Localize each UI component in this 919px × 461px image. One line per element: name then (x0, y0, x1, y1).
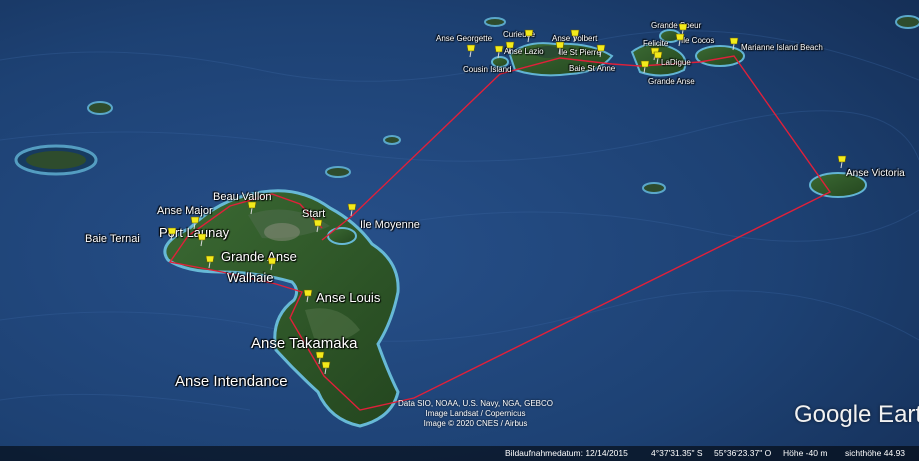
marker-label: Beau Vallon (213, 191, 272, 203)
marker-label: Ile St Pierre (559, 48, 601, 57)
google-earth-logo: Google Earth (794, 401, 919, 428)
marker-anse-takamaka[interactable]: Anse Takamaka (251, 336, 357, 351)
marker-ladigue[interactable]: LaDigue (661, 59, 691, 67)
marker-label: Anse Georgette (436, 34, 493, 43)
elevation-readout: Höhe -40 m (783, 448, 828, 458)
marker-label: Anse Intendance (175, 373, 288, 390)
marker-label: Ile Moyenne (360, 219, 420, 231)
marker-ile-moyenne[interactable]: Ile Moyenne (360, 220, 420, 231)
marker-label: Baie St Anne (569, 64, 616, 73)
marker-beau-vallon[interactable]: Beau Vallon (213, 192, 272, 203)
marker-ile-cocos[interactable]: Ile Cocos (681, 37, 714, 45)
marker-anse-victoria[interactable]: Anse Victoria (846, 169, 905, 179)
status-bar: Bildaufnahmedatum: 12/14/2015 4°37'31.35… (0, 446, 919, 461)
attribution-line-3: Image © 2020 CNES / Airbus (423, 419, 528, 428)
marker-grande-anse[interactable]: Grande Anse (221, 250, 297, 263)
marker-walhaie[interactable]: Walhaie (227, 271, 273, 284)
eye-altitude-readout: sichthöhe 44.93 (845, 448, 906, 458)
marker-grande-soeur[interactable]: Grande Soeur (651, 22, 701, 30)
marker-ile-st-pierre[interactable]: Ile St Pierre (559, 49, 601, 57)
latitude-readout: 4°37'31.35" S (651, 448, 703, 458)
marker-anse-georgette[interactable]: Anse Georgette (436, 35, 492, 43)
marker-label: Baie Ternai (85, 233, 140, 245)
marker-grande-anse-ladigue[interactable]: Grande Anse (648, 78, 695, 86)
marker-label: Anse Major (157, 205, 213, 217)
marker-label: Port Launay (159, 225, 230, 240)
marker-start[interactable]: Start (302, 209, 325, 220)
map-view[interactable]: Anse Georgette Curieuse Anse Volbert Ans… (0, 0, 919, 461)
marker-label: Marianne Island Beach (741, 43, 823, 52)
imagery-date: Bildaufnahmedatum: 12/14/2015 (505, 448, 628, 458)
marker-label: Felicite (643, 39, 669, 48)
marker-anse-louis[interactable]: Anse Louis (316, 291, 380, 304)
marker-port-launay[interactable]: Port Launay (159, 226, 229, 239)
marker-label: Walhaie (227, 270, 274, 285)
marker-anse-intendance[interactable]: Anse Intendance (175, 374, 288, 389)
marker-label: Cousin Island (463, 65, 512, 74)
marker-label: Ile Cocos (681, 36, 715, 45)
map-canvas[interactable] (0, 0, 919, 461)
marker-label: Start (302, 208, 326, 220)
marker-label: Grande Anse (648, 77, 695, 86)
marker-label: Anse Lazio (504, 47, 544, 56)
marker-baie-st-anne[interactable]: Baie St Anne (569, 65, 615, 73)
marker-cousin-island[interactable]: Cousin Island (463, 66, 511, 74)
attribution-line-2: Image Landsat / Copernicus (425, 409, 526, 418)
marker-anse-major[interactable]: Anse Major (157, 206, 213, 217)
marker-label: Grande Soeur (651, 21, 702, 30)
marker-label: Anse Takamaka (251, 335, 358, 352)
attribution-line-1: Data SIO, NOAA, U.S. Navy, NGA, GEBCO (398, 399, 553, 408)
marker-label: Anse Louis (316, 290, 381, 305)
marker-baie-ternai[interactable]: Baie Ternai (85, 234, 140, 245)
imagery-attribution: Data SIO, NOAA, U.S. Navy, NGA, GEBCO Im… (388, 399, 563, 429)
marker-label: Anse Victoria (846, 168, 905, 179)
marker-anse-lazio[interactable]: Anse Lazio (504, 48, 544, 56)
marker-anse-volbert[interactable]: Anse Volbert (552, 35, 597, 43)
longitude-readout: 55°36'23.37" O (714, 448, 772, 458)
ocean (0, 0, 919, 461)
marker-curieuse[interactable]: Curieuse (503, 31, 535, 39)
marker-label: Grande Anse (221, 249, 297, 264)
marker-felicite[interactable]: Felicite (643, 40, 668, 48)
marker-label: Curieuse (503, 30, 536, 39)
marker-marianne-island-beach[interactable]: Marianne Island Beach (741, 44, 823, 52)
marker-label: LaDigue (661, 58, 691, 67)
marker-label: Anse Volbert (552, 34, 598, 43)
